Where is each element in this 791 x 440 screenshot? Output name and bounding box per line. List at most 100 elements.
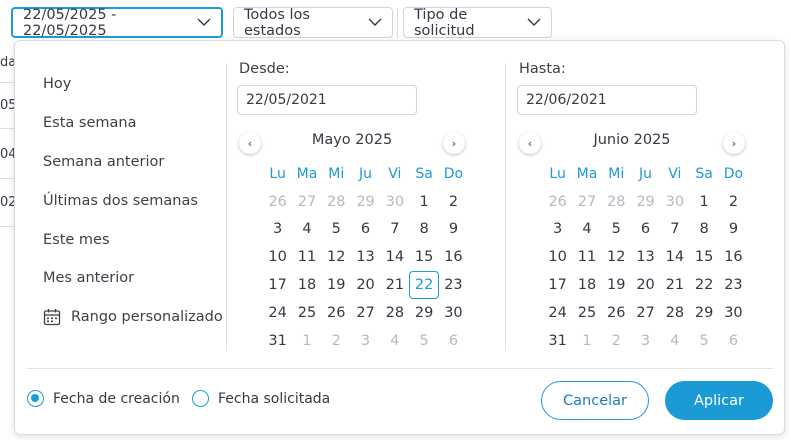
preset-today[interactable]: Hoy bbox=[43, 65, 233, 104]
calendar-day[interactable]: 22 bbox=[689, 271, 718, 299]
radio-creation-date[interactable]: Fecha de creación bbox=[27, 390, 180, 407]
calendar-day[interactable]: 11 bbox=[292, 243, 321, 271]
status-filter[interactable]: Todos los estados bbox=[233, 7, 393, 39]
calendar-day[interactable]: 20 bbox=[351, 271, 380, 299]
calendar-day[interactable]: 1 bbox=[409, 188, 438, 216]
calendar-day[interactable]: 17 bbox=[263, 271, 292, 299]
calendar-day[interactable]: 19 bbox=[602, 271, 631, 299]
radio-requested-date[interactable]: Fecha solicitada bbox=[192, 390, 330, 407]
next-month-button[interactable]: › bbox=[443, 132, 465, 154]
preset-this-week[interactable]: Esta semana bbox=[43, 104, 233, 143]
calendar-day[interactable]: 10 bbox=[543, 243, 572, 271]
calendar-day[interactable]: 5 bbox=[689, 327, 718, 355]
calendar-day[interactable]: 8 bbox=[689, 216, 718, 244]
calendar-day[interactable]: 4 bbox=[572, 216, 601, 244]
calendar-day[interactable]: 5 bbox=[322, 216, 351, 244]
calendar-day[interactable]: 2 bbox=[322, 327, 351, 355]
calendar-day[interactable]: 29 bbox=[409, 299, 438, 327]
preset-last-week[interactable]: Semana anterior bbox=[43, 143, 233, 182]
calendar-day[interactable]: 10 bbox=[263, 243, 292, 271]
calendar-day[interactable]: 7 bbox=[380, 216, 409, 244]
calendar-day[interactable]: 6 bbox=[719, 327, 748, 355]
calendar-day-selected[interactable]: 22 bbox=[409, 271, 439, 299]
type-filter[interactable]: Tipo de solicitud bbox=[403, 7, 552, 39]
calendar-day[interactable]: 31 bbox=[263, 327, 292, 355]
calendar-day[interactable]: 9 bbox=[439, 216, 468, 244]
calendar-day[interactable]: 1 bbox=[689, 188, 718, 216]
calendar-day[interactable]: 4 bbox=[380, 327, 409, 355]
calendar-day[interactable]: 25 bbox=[292, 299, 321, 327]
calendar-day[interactable]: 26 bbox=[322, 299, 351, 327]
preset-last-two-weeks[interactable]: Últimas dos semanas bbox=[43, 181, 233, 220]
calendar-day[interactable]: 2 bbox=[719, 188, 748, 216]
preset-this-month[interactable]: Este mes bbox=[43, 220, 233, 259]
calendar-day[interactable]: 19 bbox=[322, 271, 351, 299]
calendar-day[interactable]: 27 bbox=[572, 188, 601, 216]
calendar-day[interactable]: 13 bbox=[351, 243, 380, 271]
calendar-day[interactable]: 27 bbox=[631, 299, 660, 327]
calendar-day[interactable]: 24 bbox=[263, 299, 292, 327]
calendar-day[interactable]: 8 bbox=[409, 216, 438, 244]
calendar-day[interactable]: 3 bbox=[263, 216, 292, 244]
calendar-day[interactable]: 2 bbox=[439, 188, 468, 216]
calendar-day[interactable]: 3 bbox=[543, 216, 572, 244]
calendar-day[interactable]: 1 bbox=[292, 327, 321, 355]
calendar-day[interactable]: 29 bbox=[351, 188, 380, 216]
calendar-day[interactable]: 27 bbox=[351, 299, 380, 327]
calendar-day[interactable]: 3 bbox=[351, 327, 380, 355]
calendar-day[interactable]: 31 bbox=[543, 327, 572, 355]
calendar-day[interactable]: 3 bbox=[631, 327, 660, 355]
calendar-day[interactable]: 4 bbox=[660, 327, 689, 355]
calendar-day[interactable]: 13 bbox=[631, 243, 660, 271]
from-date-input[interactable] bbox=[237, 85, 417, 115]
calendar-day[interactable]: 9 bbox=[719, 216, 748, 244]
calendar-day[interactable]: 23 bbox=[719, 271, 748, 299]
calendar-day[interactable]: 30 bbox=[439, 299, 468, 327]
calendar-day[interactable]: 15 bbox=[689, 243, 718, 271]
to-date-input[interactable] bbox=[517, 85, 697, 115]
calendar-day[interactable]: 18 bbox=[292, 271, 321, 299]
calendar-day[interactable]: 1 bbox=[572, 327, 601, 355]
calendar-day[interactable]: 17 bbox=[543, 271, 572, 299]
calendar-day[interactable]: 28 bbox=[660, 299, 689, 327]
calendar-day[interactable]: 28 bbox=[322, 188, 351, 216]
calendar-day[interactable]: 6 bbox=[351, 216, 380, 244]
calendar-day[interactable]: 4 bbox=[292, 216, 321, 244]
cancel-button[interactable]: Cancelar bbox=[541, 381, 649, 420]
calendar-day[interactable]: 21 bbox=[380, 271, 409, 299]
calendar-day[interactable]: 6 bbox=[631, 216, 660, 244]
calendar-day[interactable]: 25 bbox=[572, 299, 601, 327]
calendar-day[interactable]: 18 bbox=[572, 271, 601, 299]
calendar-day[interactable]: 26 bbox=[263, 188, 292, 216]
calendar-day[interactable]: 16 bbox=[719, 243, 748, 271]
calendar-day[interactable]: 27 bbox=[292, 188, 321, 216]
calendar-day[interactable]: 29 bbox=[631, 188, 660, 216]
calendar-day[interactable]: 14 bbox=[660, 243, 689, 271]
calendar-day[interactable]: 30 bbox=[660, 188, 689, 216]
calendar-day[interactable]: 26 bbox=[602, 299, 631, 327]
calendar-day[interactable]: 30 bbox=[380, 188, 409, 216]
calendar-day[interactable]: 29 bbox=[689, 299, 718, 327]
calendar-day[interactable]: 16 bbox=[439, 243, 468, 271]
calendar-day[interactable]: 12 bbox=[602, 243, 631, 271]
calendar-day[interactable]: 30 bbox=[719, 299, 748, 327]
calendar-day[interactable]: 6 bbox=[439, 327, 468, 355]
calendar-day[interactable]: 5 bbox=[602, 216, 631, 244]
calendar-day[interactable]: 28 bbox=[380, 299, 409, 327]
preset-last-month[interactable]: Mes anterior bbox=[43, 259, 233, 298]
calendar-day[interactable]: 15 bbox=[409, 243, 438, 271]
apply-button[interactable]: Aplicar bbox=[665, 381, 773, 420]
calendar-day[interactable]: 12 bbox=[322, 243, 351, 271]
calendar-day[interactable]: 28 bbox=[602, 188, 631, 216]
calendar-day[interactable]: 11 bbox=[572, 243, 601, 271]
calendar-day[interactable]: 7 bbox=[660, 216, 689, 244]
calendar-day[interactable]: 24 bbox=[543, 299, 572, 327]
calendar-day[interactable]: 5 bbox=[409, 327, 438, 355]
next-month-button[interactable]: › bbox=[723, 132, 745, 154]
calendar-day[interactable]: 21 bbox=[660, 271, 689, 299]
calendar-day[interactable]: 20 bbox=[631, 271, 660, 299]
date-range-filter[interactable]: 22/05/2025 - 22/05/2025 bbox=[11, 7, 223, 39]
calendar-day[interactable]: 14 bbox=[380, 243, 409, 271]
calendar-day[interactable]: 23 bbox=[439, 271, 468, 299]
calendar-day[interactable]: 2 bbox=[602, 327, 631, 355]
